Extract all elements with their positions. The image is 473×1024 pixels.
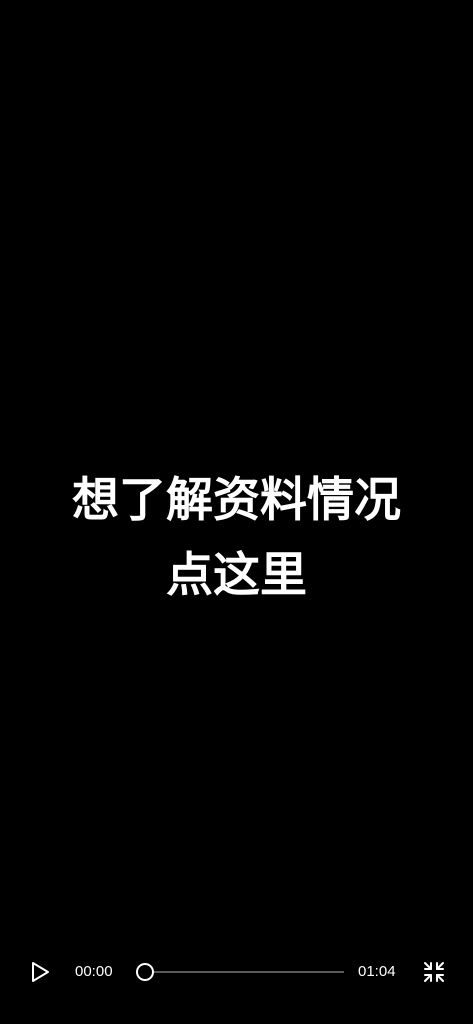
video-surface[interactable]: 想了解资料情况 点这里 — [0, 0, 473, 940]
video-caption-line1: 想了解资料情况 — [72, 473, 401, 528]
exit-fullscreen-button[interactable] — [421, 959, 447, 985]
seek-track — [144, 971, 344, 973]
player-controls: 00:00 01:04 — [0, 944, 473, 1000]
video-caption-line2: 点这里 — [166, 548, 307, 603]
exit-fullscreen-icon — [424, 962, 444, 982]
total-time: 01:04 — [358, 963, 396, 980]
play-button[interactable] — [26, 958, 54, 986]
seek-thumb[interactable] — [136, 963, 154, 981]
play-icon — [32, 962, 49, 982]
seek-bar[interactable] — [136, 960, 344, 984]
current-time: 00:00 — [75, 963, 113, 980]
